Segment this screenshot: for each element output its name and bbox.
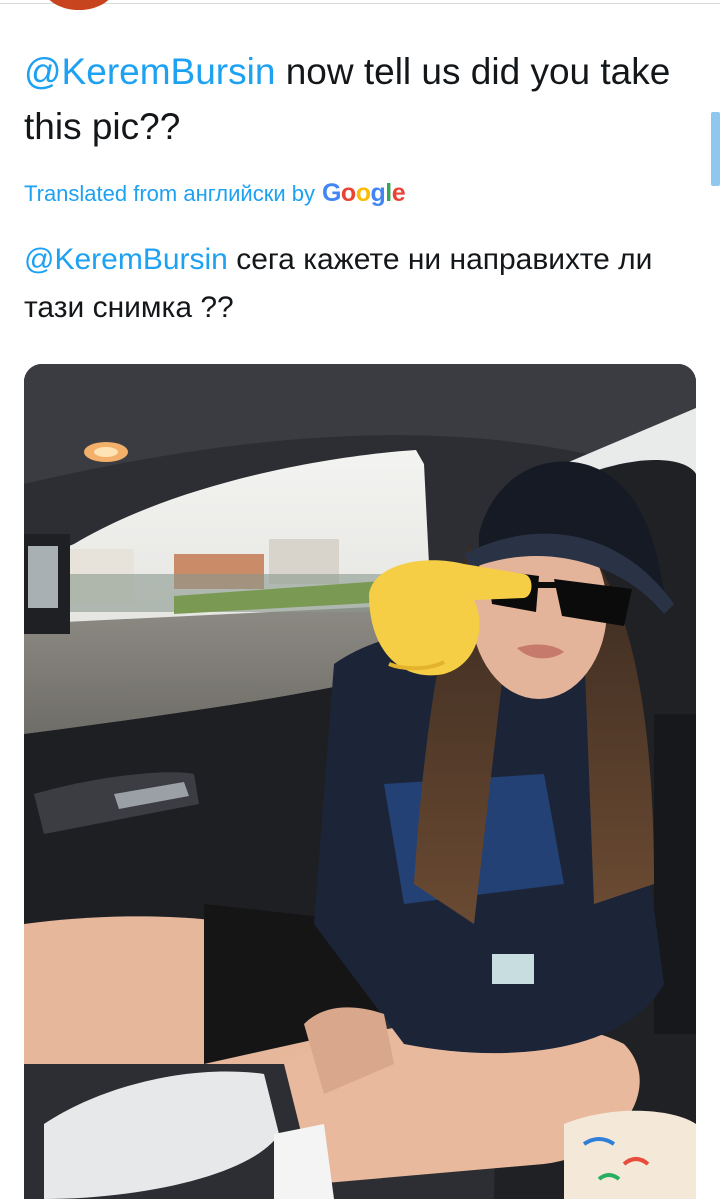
google-logo: Google xyxy=(321,179,406,207)
avatar[interactable] xyxy=(44,0,114,10)
tweet-photo[interactable] xyxy=(24,364,696,1199)
top-divider xyxy=(0,3,720,4)
scrollbar-thumb[interactable] xyxy=(711,112,720,186)
mention-link[interactable]: @KeremBursin xyxy=(24,51,275,92)
translated-tweet-text: @KeremBursin сега кажете ни направихте л… xyxy=(24,236,704,332)
tweet-text: @KeremBursin now tell us did you take th… xyxy=(24,44,704,154)
photo-illustration xyxy=(24,364,696,1199)
translated-from-label: Translated from английски by xyxy=(24,180,315,206)
translation-attribution[interactable]: Translated from английски by Google xyxy=(24,179,406,208)
translated-mention-link[interactable]: @KeremBursin xyxy=(24,243,228,276)
